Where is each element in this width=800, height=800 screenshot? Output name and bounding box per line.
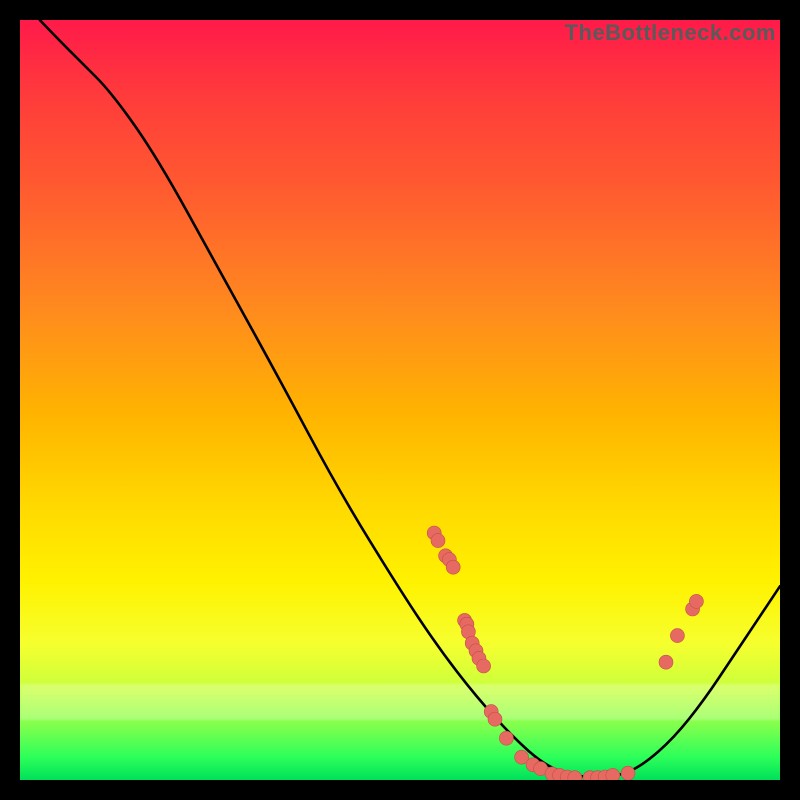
chart-frame: TheBottleneck.com: [20, 20, 780, 780]
data-marker: [446, 560, 460, 574]
data-marker: [670, 629, 684, 643]
data-marker: [431, 534, 445, 548]
data-marker: [499, 731, 513, 745]
data-marker: [621, 766, 635, 780]
data-marker: [488, 712, 502, 726]
data-marker: [477, 659, 491, 673]
overlay-svg: [20, 20, 780, 780]
data-marker: [659, 655, 673, 669]
data-markers: [427, 526, 703, 780]
data-marker: [689, 594, 703, 608]
data-marker: [606, 768, 620, 780]
